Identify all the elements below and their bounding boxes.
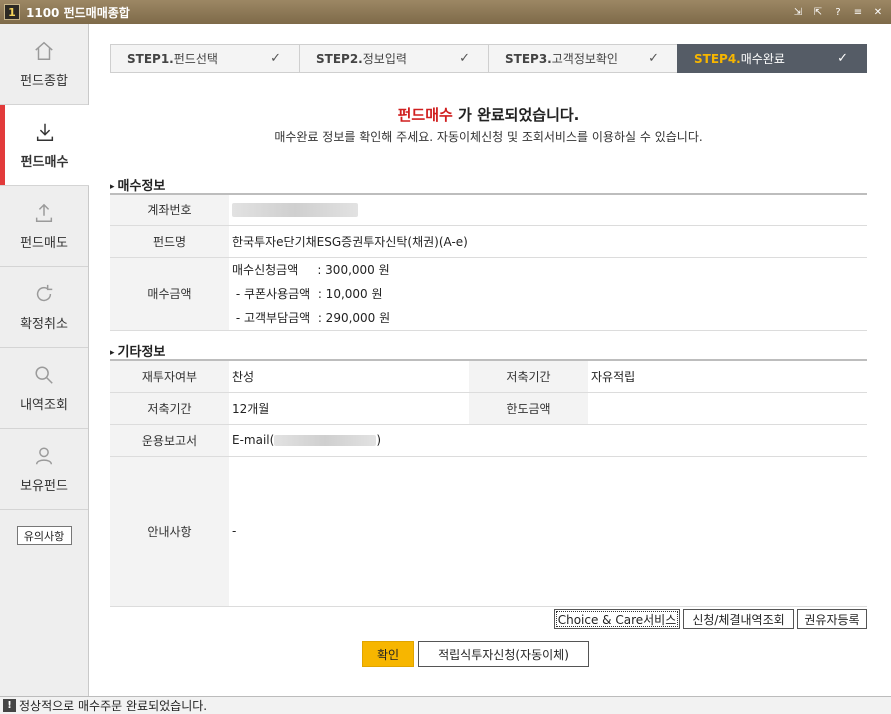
account-label: 계좌번호 [110,193,229,226]
reinvest-value: 찬성 [229,359,469,393]
check-icon: ✓ [648,51,659,66]
step-label: 고객정보확인 [551,52,618,66]
minimize-to-tray-icon[interactable]: ⇲ [791,5,805,19]
step-number: STEP2. [316,51,363,66]
sidebar-item-holdings[interactable]: 보유펀드 [0,429,88,510]
sidebar-item-label: 내역조회 [20,397,68,413]
table-row: 저축기간 12개월 한도금액 [110,391,867,425]
report-suffix: ) [376,433,381,447]
pop-out-icon[interactable]: ⇱ [811,5,825,19]
check-icon: ✓ [270,51,281,66]
period-value: 12개월 [229,391,469,425]
amount-label: 매수금액 [110,256,229,331]
notice-button[interactable]: 유의사항 [16,526,72,545]
upload-icon [35,203,53,222]
sidebar-item-label: 펀드매수 [20,154,69,170]
period-label: 저축기간 [110,391,229,425]
order-history-button[interactable]: 신청/체결내역조회 [683,609,794,629]
table-row: 계좌번호 [110,193,867,226]
coupon-amount: - 쿠폰사용금액 : 10,000 원 [232,287,383,301]
sidebar-item-history[interactable]: 내역조회 [0,348,88,429]
step-2: STEP2. 정보입력 ✓ [299,44,488,73]
choice-care-button[interactable]: Choice & Care서비스 [554,609,680,629]
completion-title: 펀드매수 가 완료되었습니다. [110,104,867,125]
step-indicator: STEP1. 펀드선택 ✓ STEP2. 정보입력 ✓ STEP3. 고객정보확… [110,44,867,73]
table-row: 매수금액 매수신청금액 : 300,000 원 - 쿠폰사용금액 : 10,00… [110,256,867,331]
table-row: 운용보고서 E-mail() [110,423,867,457]
window-controls: ⇲ ⇱ ? ≡ ✕ [791,5,885,19]
sidebar-item-label: 보유펀드 [20,478,68,494]
completion-subtitle: 매수완료 정보를 확인해 주세요. 자동이체신청 및 조회서비스를 이용하실 수… [274,130,703,144]
sidebar: 펀드종합 펀드매수 펀드매도 확정취소 내역조회 보유펀드 유의사항 [0,24,89,696]
limit-label: 한도금액 [469,391,588,425]
masked-account-number [232,203,358,217]
home-icon [35,41,53,60]
table-row: 재투자여부 찬성 저축기간 자유적립 [110,359,867,393]
report-value: E-mail() [229,423,867,457]
solicitor-register-button[interactable]: 권유자등록 [797,609,867,629]
other-info-table: 재투자여부 찬성 저축기간 자유적립 저축기간 12개월 한도금액 운용보고서 … [110,359,867,607]
app-icon: 1 [4,4,20,20]
sidebar-item-label: 펀드매도 [20,235,68,251]
sidebar-item-label: 펀드종합 [20,73,68,89]
step-label: 펀드선택 [173,52,218,66]
step-number: STEP1. [127,51,174,66]
auto-transfer-button[interactable]: 적립식투자신청(자동이체) [418,641,589,667]
status-text: 정상적으로 매수주문 완료되었습니다. [19,699,208,713]
table-row: 안내사항 - [110,455,867,607]
completion-title-text: 가 완료되었습니다. [452,106,580,124]
confirm-button[interactable]: 확인 [362,641,414,667]
completion-highlight: 펀드매수 [397,106,453,124]
section-title-other: 기타정보 [110,341,166,360]
step-label: 매수완료 [740,52,785,66]
customer-amount: - 고객부담금액 : 290,000 원 [232,311,391,325]
check-icon: ✓ [837,51,848,66]
help-icon[interactable]: ? [831,5,845,19]
saving-type-label: 저축기간 [469,359,588,393]
step-1: STEP1. 펀드선택 ✓ [110,44,299,73]
fund-name-label: 펀드명 [110,224,229,258]
notice-value: - [229,455,867,607]
sidebar-item-fund-sell[interactable]: 펀드매도 [0,186,88,267]
menu-icon[interactable]: ≡ [851,5,865,19]
step-3: STEP3. 고객정보확인 ✓ [488,44,677,73]
account-value [229,193,867,226]
sidebar-item-fund-summary[interactable]: 펀드종합 [0,24,88,105]
section-title-purchase: 매수정보 [110,175,166,194]
step-number: STEP4. [694,51,741,66]
reinvest-label: 재투자여부 [110,359,229,393]
report-label: 운용보고서 [110,423,229,457]
step-4: STEP4. 매수완료 ✓ [677,44,867,73]
table-row: 펀드명 한국투자e단기채ESG증권투자신탁(채권)(A-e) [110,224,867,258]
search-icon [35,365,53,384]
step-number: STEP3. [505,51,552,66]
purchase-info-table: 계좌번호 펀드명 한국투자e단기채ESG증권투자신탁(채권)(A-e) 매수금액… [110,193,867,331]
requested-amount: 매수신청금액 : 300,000 원 [232,263,390,277]
title-bar: 1 1100 펀드매매종합 ⇲ ⇱ ? ≡ ✕ [0,0,891,24]
notice-label: 안내사항 [110,455,229,607]
user-icon [35,446,53,464]
sidebar-item-cancel[interactable]: 확정취소 [0,267,88,348]
close-icon[interactable]: ✕ [871,5,885,19]
fund-name-value: 한국투자e단기채ESG증권투자신탁(채권)(A-e) [229,224,867,258]
masked-email [274,435,377,446]
saving-type-value: 자유적립 [588,359,867,393]
window-title: 1100 펀드매매종합 [26,5,130,20]
sidebar-item-fund-buy[interactable]: 펀드매수 [0,105,89,186]
refresh-icon [36,284,53,301]
check-icon: ✓ [459,51,470,66]
amount-value: 매수신청금액 : 300,000 원 - 쿠폰사용금액 : 10,000 원 -… [229,256,867,331]
status-bar: ! 정상적으로 매수주문 완료되었습니다. [0,696,891,714]
limit-value [588,391,867,425]
step-label: 정보입력 [362,52,407,66]
sidebar-item-label: 확정취소 [20,316,68,332]
warning-icon: ! [3,699,16,712]
download-icon [36,123,53,141]
report-prefix: E-mail( [232,433,275,447]
